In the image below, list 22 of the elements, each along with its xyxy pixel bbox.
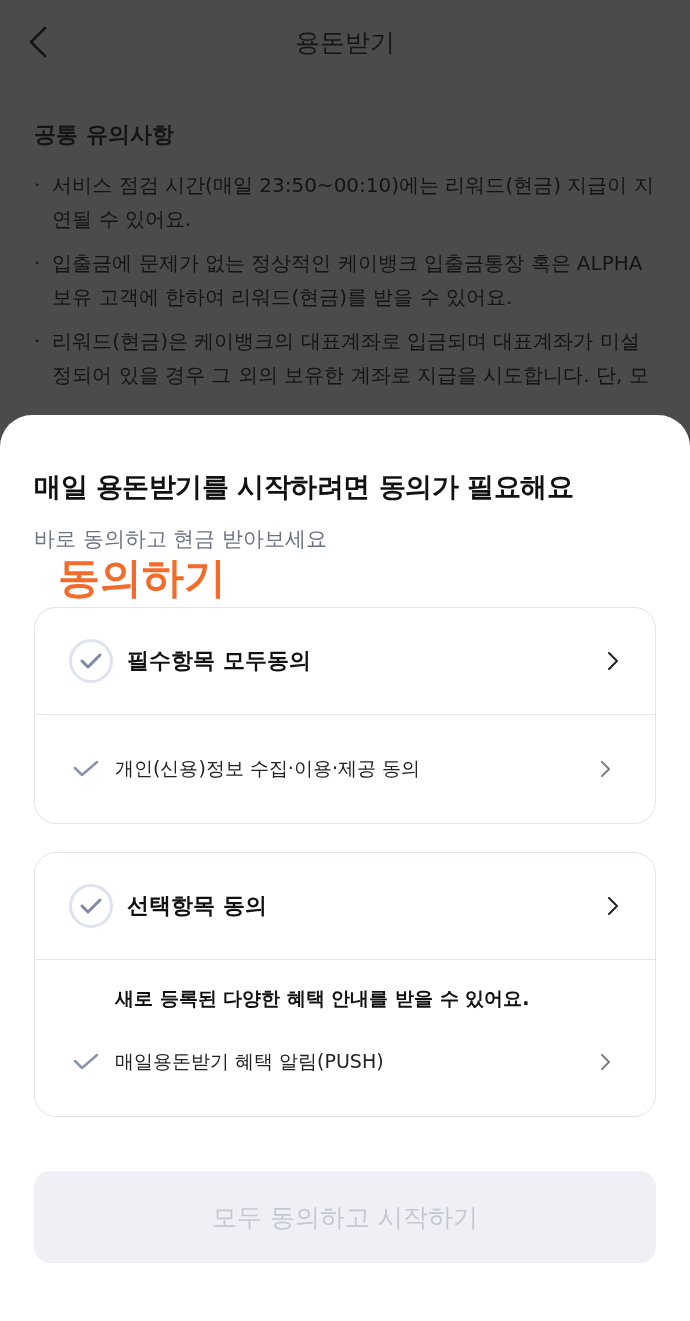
chevron-right-icon (600, 1053, 611, 1071)
checkbox[interactable] (69, 639, 113, 683)
consent-item-label[interactable]: 개인(신용)정보 수집·이용·제공 동의 (115, 756, 584, 782)
notice-text: 서비스 점검 시간(매일 23:50~00:10)에는 리워드(현금) 지급이 지연될 수 있어요. (52, 172, 655, 233)
chevron-right-icon (600, 760, 611, 778)
back-button[interactable] (28, 26, 48, 58)
annotation-text: 동의하기 (58, 553, 226, 603)
consent-group-label[interactable]: 필수항목 모두동의 (127, 646, 593, 676)
chevron-right-icon (607, 651, 619, 671)
check-icon[interactable] (73, 1052, 99, 1072)
check-icon[interactable] (73, 759, 99, 779)
section-heading: 공통 유의사항 (34, 121, 174, 149)
chevron-right-icon (607, 896, 619, 916)
consent-item-label[interactable]: 매일용돈받기 혜택 알림(PUSH) (115, 1049, 584, 1075)
bullet: · (34, 172, 41, 199)
bullet: · (34, 250, 41, 277)
sheet-subtitle: 바로 동의하고 현금 받아보세요 (34, 526, 328, 553)
bullet: · (34, 328, 41, 355)
consent-note: 새로 등록된 다양한 혜택 안내를 받을 수 있어요. (115, 986, 530, 1011)
sheet-title: 매일 용돈받기를 시작하려면 동의가 필요해요 (34, 470, 574, 504)
consent-group-label[interactable]: 선택항목 동의 (127, 891, 593, 921)
checkbox[interactable] (69, 884, 113, 928)
